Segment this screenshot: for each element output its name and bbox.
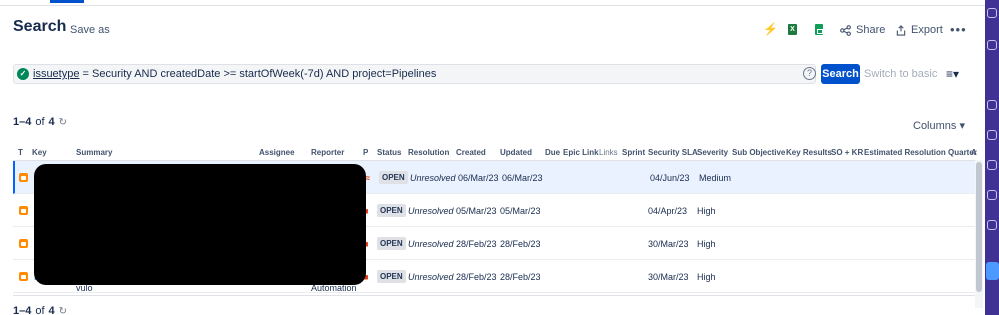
security-issue-icon [19, 239, 28, 248]
active-tab-indicator [50, 0, 84, 3]
status-badge: OPEN [377, 270, 406, 283]
result-count-bottom: 1–4 of 4 ↻ [13, 305, 67, 315]
side-panel-selected-item[interactable] [986, 262, 999, 280]
column-header[interactable]: Epic Link [563, 148, 599, 157]
table-bottom-divider [13, 295, 975, 296]
jql-query-rest: = Security AND createdDate >= startOfWee… [79, 68, 437, 80]
more-actions-icon[interactable]: ••• [950, 22, 967, 37]
column-header[interactable]: Due [545, 148, 560, 157]
column-header[interactable]: Sprint [622, 148, 645, 157]
columns-label: Columns [913, 120, 957, 132]
side-panel-icon[interactable] [987, 130, 997, 140]
column-header[interactable]: Updated [500, 148, 532, 157]
severity-value: Medium [699, 172, 732, 183]
google-sheets-icon[interactable] [815, 24, 823, 35]
security-issue-icon [19, 206, 28, 215]
side-panel-icon[interactable] [987, 190, 997, 200]
column-header[interactable]: Resolution [408, 148, 449, 157]
automation-bolt-icon[interactable]: ⚡ [763, 22, 778, 36]
column-header[interactable]: T [18, 148, 23, 157]
column-header[interactable]: Summary [76, 148, 112, 157]
column-header[interactable]: P [363, 148, 368, 157]
chevron-down-icon: ▾ [959, 120, 965, 132]
column-header[interactable]: Reporter [311, 148, 344, 157]
refresh-icon[interactable]: ↻ [59, 117, 67, 128]
severity-value: High [697, 205, 716, 216]
column-header[interactable]: Estimated Resolution Quarter [864, 148, 977, 157]
resolution-value: Unresolved [410, 172, 456, 183]
share-label: Share [856, 24, 886, 36]
security-sla-date: 30/Mar/23 [648, 271, 689, 282]
security-sla-date: 04/Apr/23 [648, 205, 688, 216]
result-of-label: of [35, 116, 45, 128]
page-title: Search [13, 18, 67, 35]
jql-keyword: issuetype [33, 68, 80, 80]
column-header[interactable]: Sub Objective [732, 148, 785, 157]
search-button[interactable]: Search [821, 64, 860, 84]
status-badge: OPEN [377, 204, 406, 217]
resolution-value: Unresolved [408, 271, 454, 282]
security-sla-date: 04/Jun/23 [650, 172, 690, 183]
excel-icon[interactable]: X [788, 24, 797, 35]
query-valid-icon: ✓ [17, 68, 29, 80]
share-icon [840, 24, 851, 36]
updated-date: 28/Feb/23 [500, 271, 541, 282]
resolution-value: Unresolved [408, 205, 454, 216]
share-button[interactable]: Share [840, 24, 885, 36]
refresh-icon[interactable]: ↻ [59, 306, 67, 315]
created-date: 28/Feb/23 [456, 238, 497, 249]
vertical-scrollbar[interactable] [975, 160, 983, 308]
result-of-label: of [35, 305, 45, 315]
severity-value: High [697, 238, 716, 249]
jql-query-input[interactable]: ✓ issuetype = Security AND createdDate >… [13, 64, 816, 84]
result-total: 4 [48, 305, 55, 315]
jql-query-text[interactable]: issuetype = Security AND createdDate >= … [33, 68, 436, 80]
help-icon[interactable]: ? [803, 67, 816, 80]
result-count: 1–4 of 4 ↻ [13, 116, 67, 128]
table-header: T Key Summary Assignee Reporter P Status… [13, 148, 977, 160]
result-range: 1–4 [13, 305, 32, 315]
created-date: 28/Feb/23 [456, 271, 497, 282]
column-header[interactable]: Status [377, 148, 401, 157]
column-header[interactable]: A [971, 148, 977, 157]
column-header[interactable]: Key Results [786, 148, 832, 157]
security-sla-date: 30/Mar/23 [648, 238, 689, 249]
redaction-block [34, 164, 366, 285]
switch-to-basic-link[interactable]: Switch to basic [864, 68, 937, 80]
result-total: 4 [48, 116, 55, 128]
updated-date: 06/Mar/23 [502, 172, 543, 183]
side-panel-icon[interactable] [987, 40, 997, 50]
scrollbar-thumb[interactable] [976, 162, 982, 292]
status-badge: OPEN [377, 237, 406, 250]
list-view-toggle-icon[interactable]: ≡▾ [946, 67, 959, 81]
created-date: 05/Mar/23 [456, 205, 497, 216]
export-icon [896, 24, 906, 36]
export-label: Export [911, 24, 943, 36]
updated-date: 28/Feb/23 [500, 238, 541, 249]
column-header[interactable]: Assignee [259, 148, 295, 157]
result-range: 1–4 [13, 116, 32, 128]
column-header[interactable]: Severity [697, 148, 728, 157]
side-panel-icon[interactable] [987, 8, 997, 18]
export-button[interactable]: Export [896, 24, 943, 36]
column-header[interactable]: SO + KR [831, 148, 863, 157]
created-date: 06/Mar/23 [458, 172, 499, 183]
columns-button[interactable]: Columns ▾ [913, 119, 965, 132]
resolution-value: Unresolved [408, 238, 454, 249]
top-nav-bar [0, 0, 985, 6]
column-header[interactable]: Created [456, 148, 486, 157]
updated-date: 05/Mar/23 [500, 205, 541, 216]
side-panel-icon[interactable] [987, 100, 997, 110]
side-panel-icon[interactable] [987, 220, 997, 230]
column-header[interactable]: Key [32, 148, 47, 157]
side-panel-icon[interactable] [987, 160, 997, 170]
column-header[interactable]: Security SLA [648, 148, 698, 157]
side-app-panel [985, 0, 999, 315]
save-as-link[interactable]: Save as [70, 24, 110, 36]
security-issue-icon [19, 272, 28, 281]
severity-value: High [697, 271, 716, 282]
security-issue-icon [19, 173, 28, 182]
column-header[interactable]: Links [599, 148, 618, 157]
status-badge: OPEN [379, 171, 408, 184]
